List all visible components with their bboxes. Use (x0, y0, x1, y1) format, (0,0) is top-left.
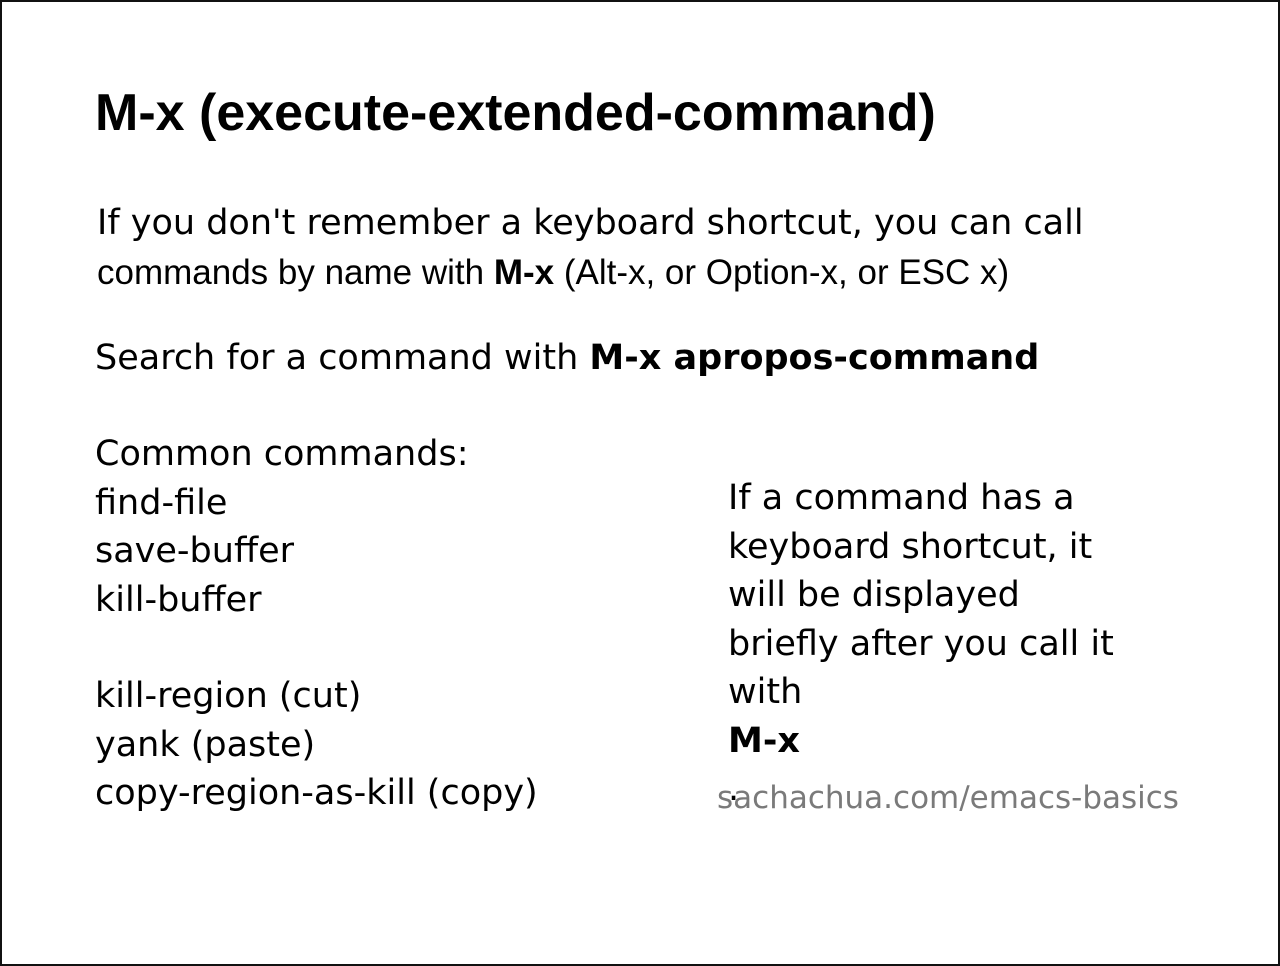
intro-line-2: commands by name with M-x (Alt-x, or Opt… (97, 248, 1084, 298)
list-item: kill-buffer (95, 579, 262, 620)
common-commands-list: Common commands: find-file save-buffer k… (95, 430, 538, 818)
note-line: keyboard shortcut, it (728, 526, 1093, 567)
intro-shortcut: M-x (493, 253, 555, 292)
common-commands-heading: Common commands: (95, 434, 469, 474)
intro-line-2-prefix: commands by name with (97, 253, 494, 292)
note-line: will be displayed (728, 575, 1020, 615)
intro-paragraph: If you don't remember a keyboard shortcu… (97, 198, 1084, 298)
list-item: find-file (95, 482, 228, 523)
search-prefix: Search for a command with (95, 338, 590, 378)
search-command: M-x apropos-command (589, 338, 1040, 378)
note-last-prefix: with (728, 672, 803, 712)
note-shortcut: M-x (728, 720, 800, 761)
slide-title: M-x (execute-extended-command) (95, 84, 936, 142)
search-paragraph: Search for a command with M-x apropos-co… (95, 334, 1039, 382)
list-item: kill-region (cut) (95, 676, 362, 716)
list-item: copy-region-as-kill (copy) (95, 773, 538, 813)
note-line: If a command has a (728, 478, 1075, 518)
shortcut-note: If a command has a keyboard shortcut, it… (728, 474, 1148, 814)
source-url: sachachua.com/emacs-basics (717, 780, 1179, 816)
intro-line-1: If you don't remember a keyboard shortcu… (97, 203, 1084, 243)
list-item: save-buffer (95, 531, 294, 571)
slide: M-x (execute-extended-command) If you do… (0, 0, 1280, 966)
note-line: briefly after you call it (728, 623, 1114, 664)
list-item: yank (paste) (95, 724, 316, 765)
intro-line-2-suffix: (Alt-x, or Option-x, or ESC x) (554, 253, 1010, 292)
